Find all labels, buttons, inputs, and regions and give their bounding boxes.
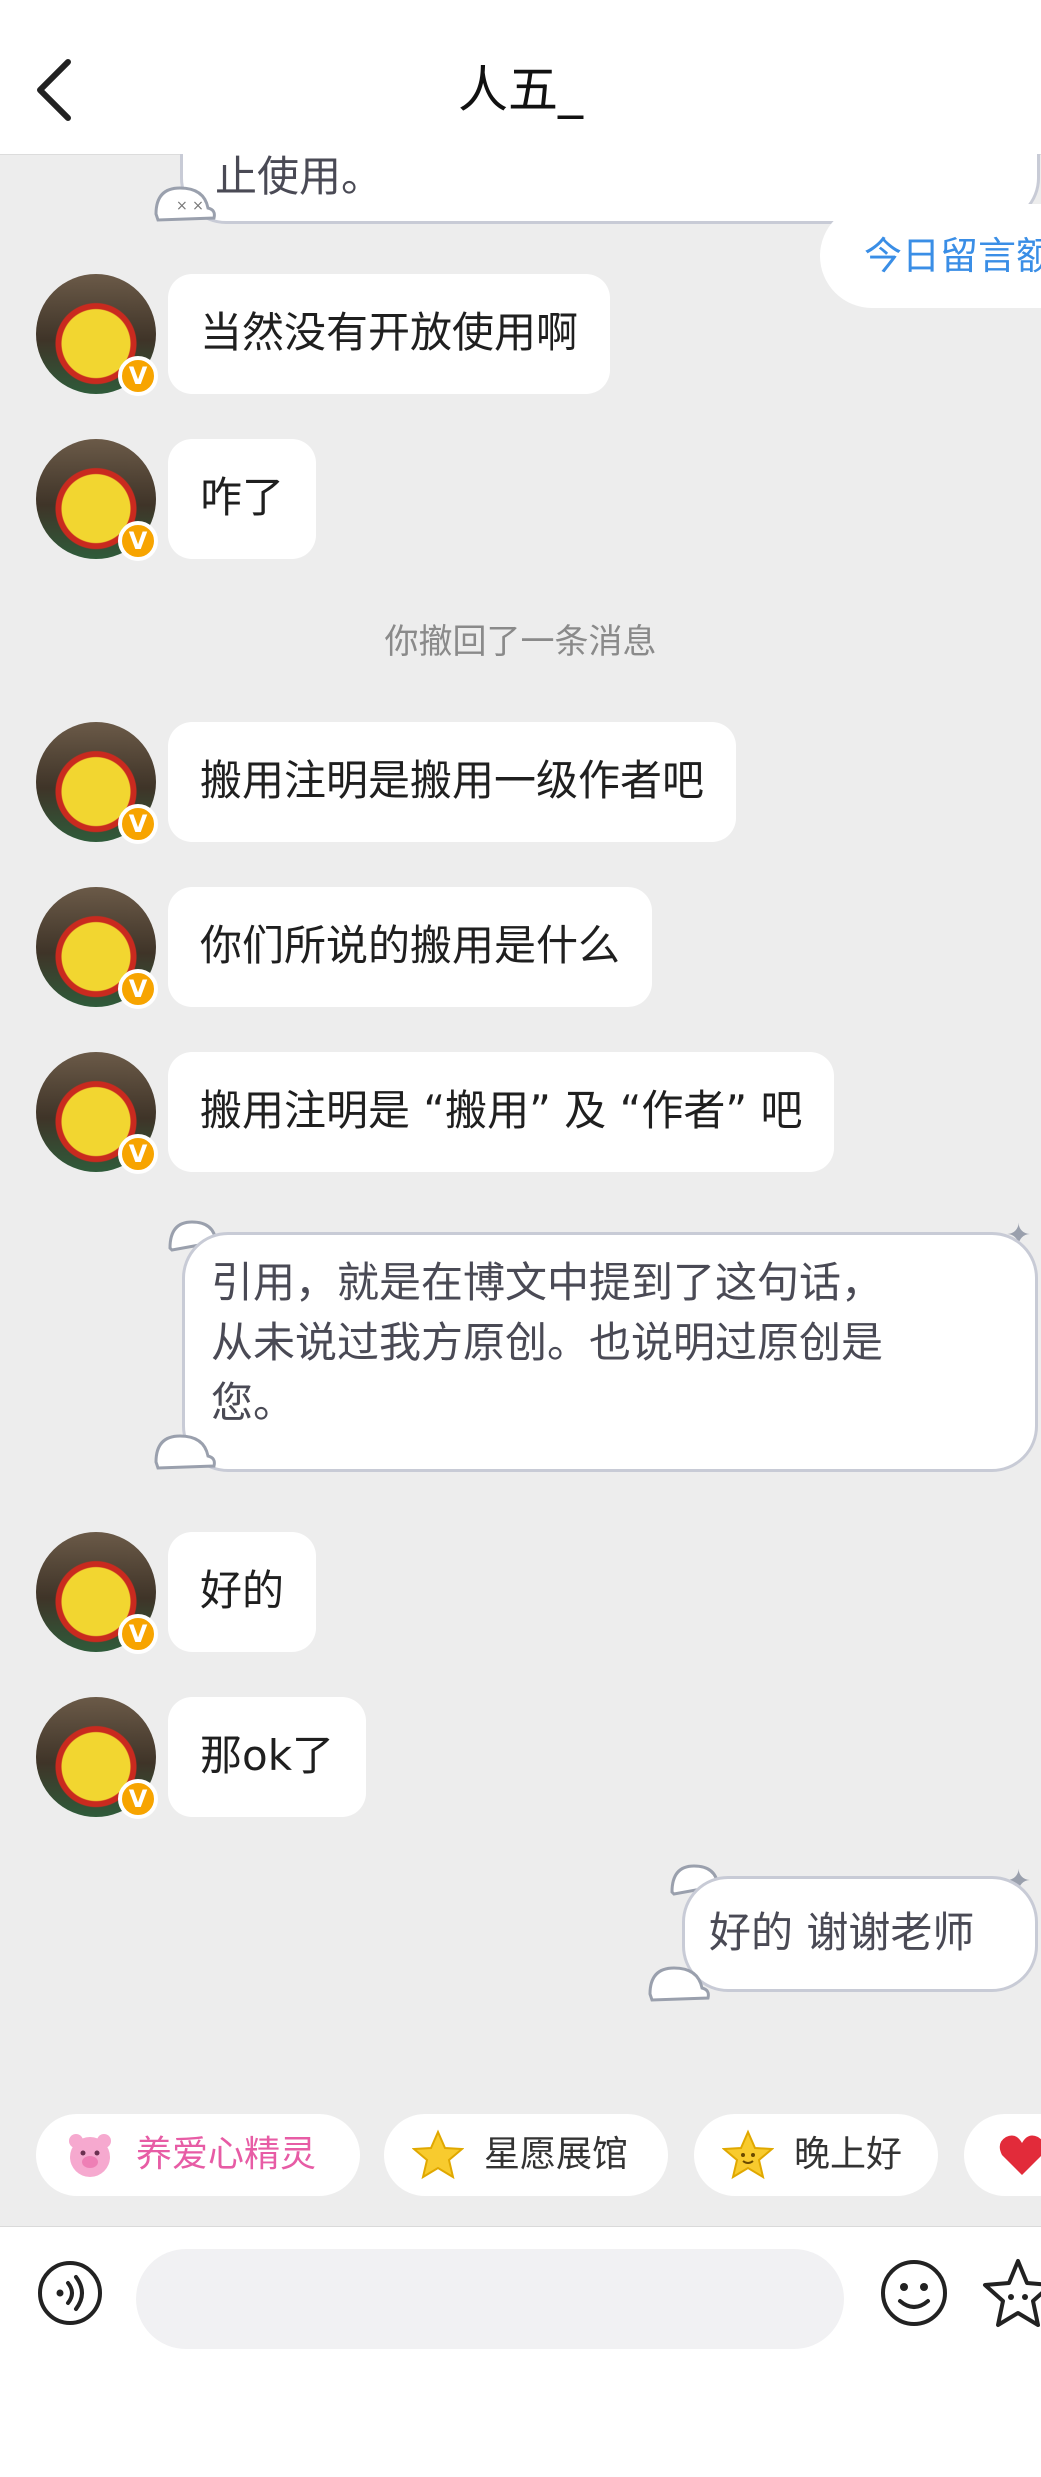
chip-heart[interactable] — [964, 2114, 1041, 2196]
heart-icon — [996, 2129, 1041, 2181]
message-bubble-outgoing[interactable]: 好的 谢谢老师 — [682, 1876, 1038, 1992]
avatar[interactable]: V — [36, 1697, 158, 1819]
chip-good-evening[interactable]: 晚上好 — [694, 2114, 938, 2196]
verified-badge-icon: V — [118, 1779, 158, 1819]
verified-badge-icon: V — [118, 521, 158, 561]
ghost-sticker-icon: × × — [150, 174, 220, 228]
daily-message-pill[interactable]: 今日留言额 — [820, 204, 1041, 308]
verified-badge-icon: V — [118, 1134, 158, 1174]
star-icon — [411, 2129, 465, 2181]
message-text: 那ok了 — [200, 1731, 335, 1780]
voice-icon[interactable] — [36, 2259, 104, 2327]
message-text: 搬用注明是 “搬用” 及 “作者” 吧 — [200, 1086, 803, 1135]
chip-star-gallery[interactable]: 星愿展馆 — [384, 2114, 668, 2196]
message-text: 当然没有开放使用啊 — [200, 308, 579, 357]
message-bubble-incoming[interactable]: 你们所说的搬用是什么 — [168, 887, 653, 1007]
sticker-star-icon[interactable] — [978, 2255, 1041, 2335]
recalled-message-note: 你撤回了一条消息 — [384, 622, 657, 662]
avatar[interactable]: V — [36, 1532, 158, 1654]
chip-label: 养爱心精灵 — [136, 2134, 317, 2175]
message-line: 引用，就是在博文中提到了这句话， — [211, 1258, 884, 1307]
message-text: 咋了 — [200, 473, 285, 522]
message-bubble-incoming[interactable]: 好的 — [168, 1532, 317, 1652]
message-bubble-incoming[interactable]: 咋了 — [168, 439, 317, 559]
message-line: 您。 — [211, 1378, 296, 1427]
quick-action-chips: 养爱心精灵 星愿展馆 晚上好 — [0, 2114, 1041, 2200]
chat-title: 人五_ — [458, 61, 583, 119]
avatar[interactable]: V — [36, 722, 158, 844]
verified-badge-icon: V — [118, 1614, 158, 1654]
avatar[interactable]: V — [36, 887, 158, 1009]
avatar[interactable]: V — [36, 274, 158, 396]
verified-badge-icon: V — [118, 804, 158, 844]
message-text: 你们所说的搬用是什么 — [200, 921, 621, 970]
message-bubble-incoming[interactable]: 当然没有开放使用啊 — [168, 274, 611, 394]
message-input-bar — [0, 2226, 1041, 2477]
message-line: 从未说过我方原创。也说明过原创是 — [211, 1318, 884, 1367]
pill-text: 今日留言额 — [864, 234, 1041, 278]
message-text: 搬用注明是搬用一级作者吧 — [200, 756, 705, 805]
svg-text:× ×: × × — [176, 198, 204, 214]
message-bubble-incoming[interactable]: 搬用注明是 “搬用” 及 “作者” 吧 — [168, 1052, 835, 1172]
message-bubble-outgoing[interactable]: 引用，就是在博文中提到了这句话， 从未说过我方原创。也说明过原创是 您。 — [182, 1232, 1038, 1472]
ghost-sticker-icon — [150, 1422, 220, 1476]
message-text: 止使用。 — [215, 154, 384, 201]
emoji-icon[interactable] — [878, 2257, 950, 2329]
message-list[interactable]: 止使用。 × × 今日留言额 V 当然没有开放使用啊 V 咋了 你撤回了一条消息… — [0, 154, 1041, 2229]
message-text: 好的 谢谢老师 — [709, 1908, 975, 1957]
message-bubble-incoming[interactable]: 那ok了 — [168, 1697, 367, 1817]
chip-label: 星愿展馆 — [484, 2134, 629, 2175]
chat-header: 人五_ — [0, 0, 1041, 155]
star-face-icon — [721, 2129, 775, 2181]
ghost-sticker-icon — [644, 1954, 714, 2008]
pig-sprite-icon — [64, 2129, 116, 2181]
avatar[interactable]: V — [36, 1052, 158, 1174]
avatar[interactable]: V — [36, 439, 158, 561]
message-input[interactable] — [136, 2249, 844, 2349]
verified-badge-icon: V — [118, 356, 158, 396]
verified-badge-icon: V — [118, 969, 158, 1009]
message-bubble-incoming[interactable]: 搬用注明是搬用一级作者吧 — [168, 722, 737, 842]
message-text: 好的 — [200, 1566, 285, 1615]
chip-label: 晚上好 — [794, 2134, 903, 2175]
chip-love-sprite[interactable]: 养爱心精灵 — [36, 2114, 360, 2196]
